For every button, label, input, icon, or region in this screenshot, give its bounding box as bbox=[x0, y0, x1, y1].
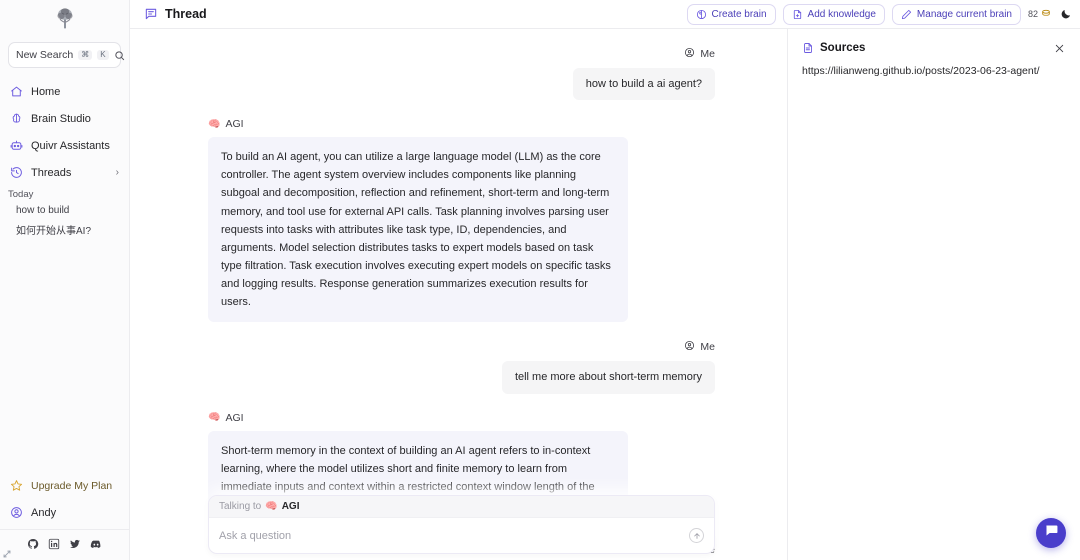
message-icon bbox=[144, 7, 158, 21]
message-author: Me bbox=[208, 340, 715, 354]
topbar-actions: Create brain Add knowledge Manage curren… bbox=[686, 3, 1073, 25]
github-icon[interactable] bbox=[27, 538, 39, 550]
sources-header: Sources bbox=[802, 41, 1066, 55]
credits-count: 82 bbox=[1027, 9, 1038, 19]
search-shortcut-key: K bbox=[97, 49, 109, 61]
thread-list-item[interactable]: 如何开始从事AI? bbox=[0, 219, 129, 240]
credits-indicator[interactable]: 82 bbox=[1028, 8, 1051, 20]
home-icon bbox=[10, 85, 23, 98]
create-brain-label: Create brain bbox=[711, 8, 767, 20]
sources-panel: Sources https://lilianweng.github.io/pos… bbox=[787, 29, 1080, 560]
brain-icon bbox=[10, 112, 23, 125]
social-links bbox=[0, 529, 129, 560]
brain-emoji-icon: 🧠 bbox=[208, 118, 221, 130]
sidebar-item-home[interactable]: Home bbox=[0, 78, 129, 105]
page-title: Thread bbox=[144, 7, 207, 21]
sidebar-item-quivr-assistants[interactable]: Quivr Assistants bbox=[0, 132, 129, 159]
current-brain-name: AGI bbox=[281, 501, 300, 512]
chat-message-user: Me tell me more about short-term memory bbox=[208, 340, 715, 394]
sidebar-item-label: Home bbox=[31, 85, 61, 98]
send-message-button[interactable] bbox=[689, 528, 704, 543]
brain-emoji-icon: 🧠 bbox=[208, 412, 221, 424]
chat-message-user: Me how to build a ai agent? bbox=[208, 47, 715, 101]
sidebar-resize-handle[interactable] bbox=[2, 546, 12, 558]
search-shortcut-cmd: ⌘ bbox=[78, 49, 93, 61]
sources-title: Sources bbox=[820, 42, 866, 54]
linkedin-icon[interactable] bbox=[48, 538, 60, 550]
user-name: Andy bbox=[31, 506, 57, 519]
theme-toggle-moon-icon[interactable] bbox=[1058, 8, 1072, 20]
sidebar-header bbox=[0, 0, 147, 36]
app-root: New Search ⌘ K Home Brain Studio Quivr A… bbox=[0, 0, 1080, 560]
avatar-icon bbox=[10, 506, 23, 519]
user-circle-icon bbox=[684, 340, 695, 354]
search-icon bbox=[114, 50, 125, 61]
create-brain-button[interactable]: Create brain bbox=[686, 3, 776, 25]
file-add-icon bbox=[792, 9, 803, 20]
sidebar-item-brain-studio[interactable]: Brain Studio bbox=[0, 105, 129, 132]
star-icon bbox=[10, 479, 23, 492]
manage-current-brain-button[interactable]: Manage current brain bbox=[891, 3, 1021, 25]
message-author-name: AGI bbox=[225, 411, 244, 424]
message-list: Me how to build a ai agent? 🧠 AGI To bui… bbox=[130, 47, 787, 560]
add-knowledge-label: Add knowledge bbox=[807, 8, 876, 20]
discord-icon[interactable] bbox=[90, 538, 102, 550]
brain-emoji-icon: 🧠 bbox=[265, 501, 278, 512]
message-row: how to build a ai agent? bbox=[208, 68, 715, 101]
coin-icon bbox=[1041, 8, 1051, 20]
upgrade-plan-button[interactable]: Upgrade My Plan bbox=[0, 472, 129, 499]
message-author-name: Me bbox=[700, 48, 715, 60]
search-input[interactable]: New Search ⌘ K bbox=[8, 42, 124, 68]
chat-column: Me how to build a ai agent? 🧠 AGI To bui… bbox=[130, 29, 787, 560]
sidebar-item-threads[interactable]: Threads › bbox=[0, 159, 129, 186]
page-title-text: Thread bbox=[165, 7, 207, 21]
add-knowledge-button[interactable]: Add knowledge bbox=[782, 3, 885, 25]
intercom-chat-button[interactable] bbox=[1036, 518, 1066, 548]
pencil-icon bbox=[901, 9, 912, 20]
sidebar-item-label: Threads bbox=[31, 166, 72, 179]
source-link[interactable]: https://lilianweng.github.io/posts/2023-… bbox=[802, 65, 1066, 77]
message-text: tell me more about short-term memory bbox=[501, 361, 715, 394]
composer-body bbox=[209, 518, 714, 553]
document-icon bbox=[802, 42, 814, 54]
talking-to-label: Talking to bbox=[219, 501, 262, 512]
message-author-name: AGI bbox=[225, 118, 244, 131]
thread-list-item[interactable]: how to build bbox=[0, 202, 129, 219]
sidebar-nav: Home Brain Studio Quivr Assistants Threa… bbox=[0, 78, 129, 186]
sidebar-item-label: Brain Studio bbox=[31, 112, 91, 125]
user-circle-icon bbox=[684, 47, 695, 61]
message-row: tell me more about short-term memory bbox=[208, 361, 715, 394]
chevron-right-icon[interactable]: › bbox=[116, 167, 119, 178]
thread-group-label: Today bbox=[8, 189, 34, 200]
user-profile-button[interactable]: Andy bbox=[0, 499, 129, 529]
history-icon bbox=[10, 166, 23, 179]
brain-circle-icon bbox=[696, 9, 707, 20]
close-icon[interactable] bbox=[1052, 41, 1066, 55]
message-author-name: Me bbox=[700, 341, 715, 354]
composer: Talking to 🧠 AGI bbox=[208, 495, 715, 554]
upgrade-plan-label: Upgrade My Plan bbox=[31, 479, 113, 492]
sidebar-item-label: Quivr Assistants bbox=[31, 139, 110, 152]
search-label: New Search bbox=[16, 49, 74, 61]
message-author: 🧠 AGI bbox=[208, 118, 715, 130]
quivr-tree-logo[interactable] bbox=[52, 5, 78, 31]
message-author: 🧠 AGI bbox=[208, 412, 715, 424]
topbar: Thread Create brain Add knowledge Manage… bbox=[130, 0, 1080, 29]
composer-brain-indicator: Talking to 🧠 AGI bbox=[209, 496, 714, 518]
sidebar: New Search ⌘ K Home Brain Studio Quivr A… bbox=[0, 0, 147, 560]
chat-message-assistant: 🧠 AGI To build an AI agent, you can util… bbox=[208, 118, 715, 323]
main-area: Thread Create brain Add knowledge Manage… bbox=[130, 0, 1080, 560]
message-text: how to build a ai agent? bbox=[572, 68, 715, 101]
chat-input[interactable] bbox=[219, 529, 689, 542]
chat-bubble-icon bbox=[1044, 523, 1059, 543]
message-text: To build an AI agent, you can utilize a … bbox=[208, 137, 628, 323]
twitter-icon[interactable] bbox=[69, 538, 81, 550]
manage-current-brain-label: Manage current brain bbox=[916, 8, 1012, 20]
message-author: Me bbox=[208, 47, 715, 61]
composer-container: Talking to 🧠 AGI bbox=[130, 495, 787, 560]
content-area: Me how to build a ai agent? 🧠 AGI To bui… bbox=[130, 29, 1080, 560]
robot-icon bbox=[10, 139, 23, 152]
chat-scroll-area[interactable]: Me how to build a ai agent? 🧠 AGI To bui… bbox=[130, 29, 787, 560]
